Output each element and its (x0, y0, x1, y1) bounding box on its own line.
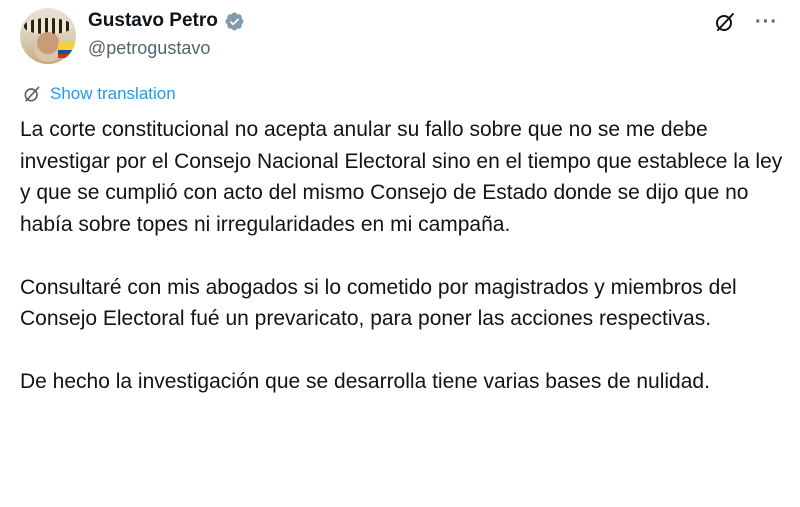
tweet-card: Gustavo Petro @petrogustavo ··· Show tra… (0, 0, 800, 507)
tweet-paragraph: Consultaré con mis abogados si lo cometi… (20, 275, 737, 331)
tweet-top-actions: ··· (713, 10, 778, 34)
avatar-flag (58, 42, 76, 58)
author-display-name[interactable]: Gustavo Petro (88, 8, 218, 34)
tweet-paragraph: La corte constitucional no acepta anular… (20, 118, 783, 236)
grok-icon[interactable] (713, 10, 737, 34)
avatar-face (37, 32, 59, 54)
author-name-row: Gustavo Petro (88, 8, 245, 34)
show-translation-label[interactable]: Show translation (50, 84, 176, 104)
verified-badge-icon[interactable] (224, 11, 245, 32)
avatar[interactable] (20, 8, 76, 64)
tweet-body: La corte constitucional no acepta anular… (20, 114, 790, 398)
author-handle[interactable]: @petrogustavo (88, 36, 210, 60)
translate-icon (22, 84, 42, 104)
show-translation-link[interactable]: Show translation (22, 84, 176, 104)
tweet-paragraph: De hecho la investigación que se desarro… (20, 370, 710, 393)
more-options-icon[interactable]: ··· (755, 12, 778, 32)
